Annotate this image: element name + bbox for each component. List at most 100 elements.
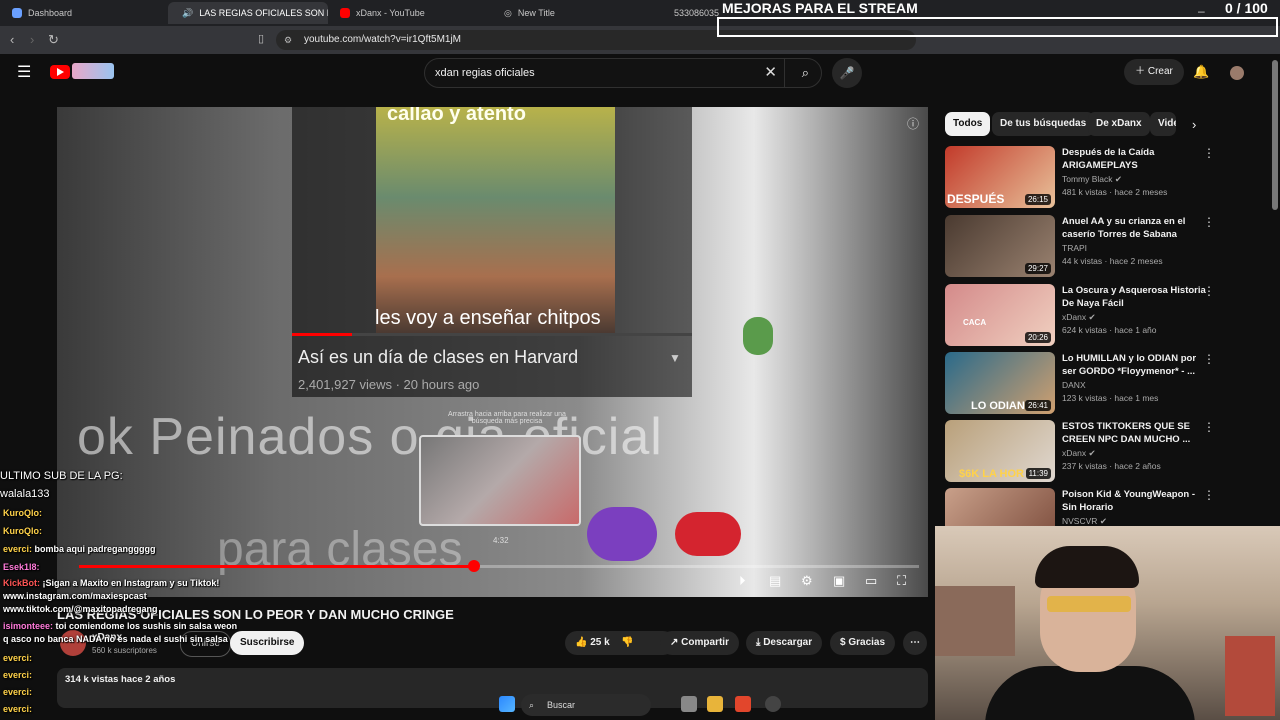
like-button[interactable]: 👍 25 k 👎 (565, 631, 675, 655)
recommendation-item[interactable]: CACA 20:26 La Oscura y Asquerosa Histori… (945, 284, 1275, 346)
chip-from-channel[interactable]: De xDanx (1088, 112, 1150, 136)
miniplayer-icon[interactable]: ▣ (833, 573, 845, 589)
chevron-right-icon[interactable]: › (1192, 117, 1196, 132)
autoplay-toggle-icon[interactable]: ⏵ (739, 573, 746, 589)
avatar[interactable] (1230, 66, 1244, 80)
recommendation-title[interactable]: Poison Kid & YoungWeapon - Sin Horario (1062, 488, 1212, 514)
webcam-person-shirt (985, 666, 1195, 720)
task-view-icon[interactable] (681, 696, 697, 712)
recommendation-title[interactable]: Lo HUMILLAN y lo ODIAN por ser GORDO *Fl… (1062, 352, 1212, 378)
tab-xdanx[interactable]: xDanx - YouTube (332, 2, 492, 24)
recommendation-thumbnail[interactable]: LO ODIAN 26:41 (945, 352, 1055, 414)
stream-goal-title: MEJORAS PARA EL STREAM (722, 0, 918, 16)
download-button[interactable]: ⤓ Descargar (746, 631, 823, 655)
tab-label: xDanx - YouTube (356, 8, 425, 18)
recommendation-item[interactable]: $6K LA HOR 11:39 ESTOS TIKTOKERS QUE SE … (945, 420, 1275, 482)
tab-video[interactable]: 🔊 LAS REGIAS OFICIALES SON L × (168, 2, 328, 24)
chat-message: Esek1l8: (3, 562, 40, 572)
stream-goal-counter: 0 / 100 (1225, 0, 1268, 16)
progress-scrubber[interactable] (467, 560, 480, 572)
search-icon[interactable]: ⌕ (802, 59, 809, 87)
thanks-button[interactable]: $ Gracias (830, 631, 896, 655)
notifications-bell-icon[interactable]: 🔔 (1193, 64, 1209, 80)
recommendation-thumbnail[interactable]: 29:27 (945, 215, 1055, 277)
back-icon[interactable]: ‹ (10, 32, 14, 47)
chip-from-searches[interactable]: De tus búsquedas (992, 112, 1095, 136)
share-button[interactable]: ↗ Compartir (660, 631, 739, 655)
recommendation-title[interactable]: La Oscura y Asquerosa Historia De Naya F… (1062, 284, 1212, 310)
thanks-icon: $ (840, 637, 846, 648)
recommendation-title[interactable]: Después de la Caída ARIGAMEPLAYS (1062, 146, 1212, 172)
fullscreen-icon[interactable]: ⛶ (897, 573, 906, 589)
recommendation-item[interactable]: DESPUÉS 26:15 Después de la Caída ARIGAM… (945, 146, 1275, 208)
recommendation-title[interactable]: Anuel AA y su crianza en el caserío Torr… (1062, 215, 1212, 241)
youtube-icon (340, 8, 350, 18)
file-explorer-icon[interactable] (707, 696, 723, 712)
more-options-icon[interactable]: ⋮ (1203, 284, 1215, 298)
tab-dashboard[interactable]: Dashboard (4, 2, 164, 24)
more-actions-icon[interactable]: ⋯ (903, 631, 927, 655)
minimize-icon[interactable]: – (1198, 4, 1205, 18)
chevron-down-icon: ▼ (669, 351, 681, 365)
tab-label: New Title (517, 8, 555, 18)
search-input[interactable]: xdan regias oficiales ✕ ⌕ (424, 58, 822, 88)
more-options-icon[interactable]: ⋮ (1203, 215, 1215, 229)
seek-preview-thumbnail (419, 435, 581, 526)
recommendation-channel[interactable]: NVSCVR ✔ (1062, 516, 1107, 526)
page-scrollbar[interactable] (1272, 60, 1278, 210)
recommendation-item[interactable]: LO ODIAN 26:41 Lo HUMILLAN y lo ODIAN po… (945, 352, 1275, 414)
reload-icon[interactable]: ↻ (48, 32, 59, 48)
globe-icon: ◎ (504, 7, 512, 18)
clear-search-icon[interactable]: ✕ (764, 59, 777, 87)
recommendation-thumbnail[interactable]: $6K LA HOR 11:39 (945, 420, 1055, 482)
recommendation-title[interactable]: ESTOS TIKTOKERS QUE SE CREEN NPC DAN MUC… (1062, 420, 1212, 446)
info-icon[interactable]: ⓘ (907, 115, 919, 132)
theater-mode-icon[interactable]: ▭ (865, 573, 877, 589)
youtube-logo-icon[interactable] (50, 65, 70, 79)
site-info-icon[interactable]: ⚙ (284, 30, 292, 50)
forward-icon[interactable]: › (30, 32, 34, 47)
verified-icon: ✔ (1088, 448, 1096, 458)
chat-message: everci: (3, 653, 33, 663)
chip-videos[interactable]: Vide (1150, 112, 1176, 136)
recommendation-thumbnail[interactable] (945, 488, 1055, 526)
more-options-icon[interactable]: ⋮ (1203, 146, 1215, 160)
embedded-video-title: Así es un día de clases en Harvard (298, 347, 579, 367)
taskbar-search[interactable]: ⌕ Buscar (521, 694, 651, 716)
duration-badge: 11:39 (1025, 468, 1051, 479)
doodle-logo[interactable] (72, 63, 114, 79)
recommendation-channel[interactable]: xDanx ✔ (1062, 448, 1096, 459)
tab-new-title[interactable]: ◎ New Title (496, 2, 656, 24)
webcam-background-wall (935, 586, 1015, 656)
thumbs-up-icon: 👍 (575, 637, 588, 648)
chat-message: everci: bomba aqui padreganggggg (3, 544, 156, 554)
settings-gear-icon[interactable]: ⚙ (801, 573, 813, 589)
windows-start-icon[interactable] (499, 696, 515, 712)
tab-facebook[interactable]: 533086035 (660, 2, 720, 24)
more-options-icon[interactable]: ⋮ (1203, 352, 1215, 366)
chat-message: KickBot: ¡Sigan a Maxito en Instagram y … (3, 578, 220, 588)
obs-icon[interactable] (765, 696, 781, 712)
microphone-icon[interactable]: 🎤 (832, 58, 862, 88)
more-options-icon[interactable]: ⋮ (1203, 488, 1215, 502)
recommendation-thumbnail[interactable]: DESPUÉS 26:15 (945, 146, 1055, 208)
recommendation-channel[interactable]: xDanx ✔ (1062, 312, 1096, 323)
menu-icon[interactable]: ☰ (17, 62, 31, 82)
recommendation-channel[interactable]: TRAPI (1062, 243, 1087, 253)
chip-all[interactable]: Todos (945, 112, 991, 136)
more-options-icon[interactable]: ⋮ (1203, 420, 1215, 434)
recommendation-thumbnail[interactable]: CACA 20:26 (945, 284, 1055, 346)
subtitles-icon[interactable]: ▤ (769, 573, 781, 589)
bookmark-icon[interactable]: ▯ (258, 32, 264, 45)
search-value: xdan regias oficiales (435, 67, 535, 79)
brave-browser-icon[interactable] (735, 696, 751, 712)
thumbs-down-icon[interactable]: 👎 (621, 631, 633, 655)
recommendation-item[interactable]: 29:27 Anuel AA y su crianza en el caserí… (945, 215, 1275, 277)
search-divider (784, 59, 785, 87)
duration-badge: 26:41 (1024, 400, 1051, 411)
recommendation-channel[interactable]: Tommy Black ✔ (1062, 174, 1122, 185)
url-text: youtube.com/watch?v=ir1Qft5M1jM (304, 34, 462, 45)
recommendation-channel[interactable]: DANX (1062, 380, 1086, 390)
recommendation-item[interactable]: Poison Kid & YoungWeapon - Sin Horario N… (945, 488, 1275, 526)
create-button[interactable]: ＋ Crear (1124, 59, 1184, 85)
